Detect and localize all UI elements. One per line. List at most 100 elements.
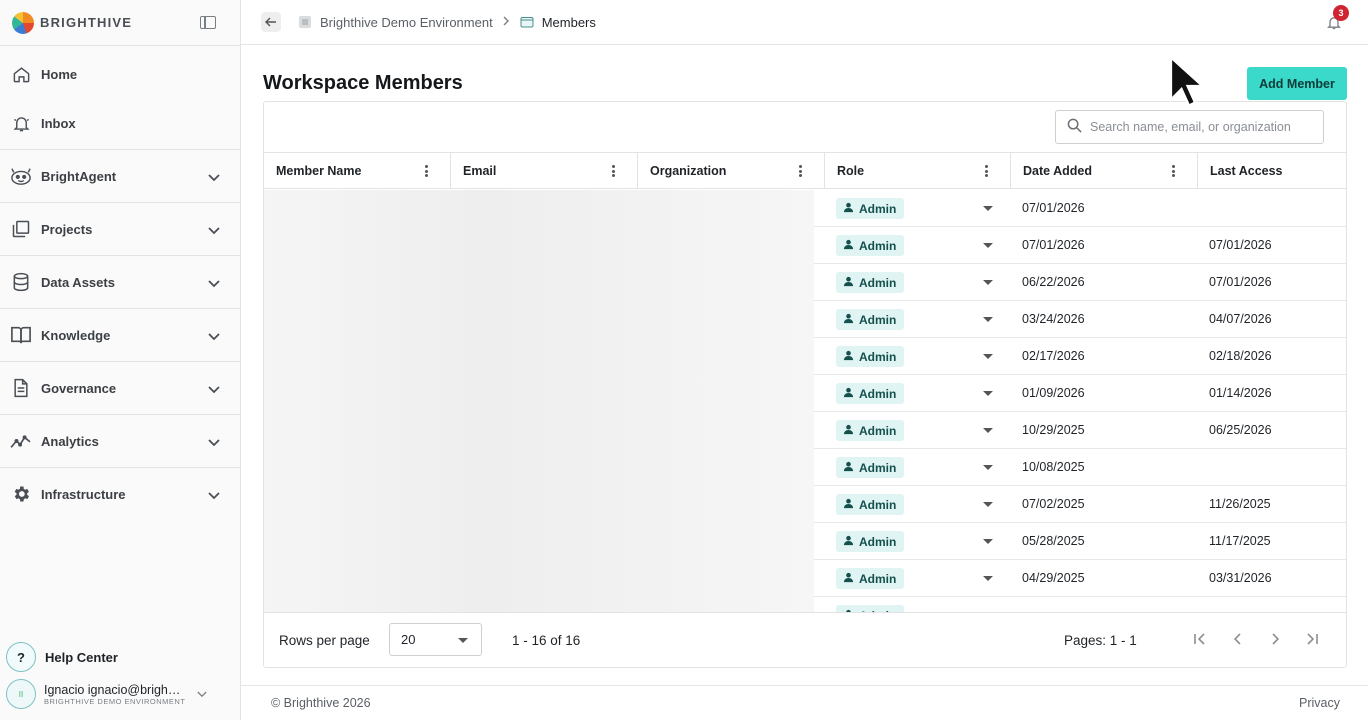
role-dropdown-icon[interactable] (983, 428, 993, 433)
redacted-member-details (264, 190, 814, 612)
column-menu-icon[interactable] (799, 165, 802, 177)
notification-badge: 3 (1333, 5, 1349, 21)
top-bar: Brighthive Demo Environment Members 3 (241, 0, 1368, 45)
chevron-down-icon (208, 329, 220, 344)
sidebar-item-label: Analytics (41, 433, 99, 449)
site-footer: © Brighthive 2026 Privacy (241, 685, 1368, 720)
question-icon: ? (6, 642, 36, 672)
projects-icon (10, 218, 32, 240)
pagination-range: 1 - 16 of 16 (512, 633, 581, 648)
first-page-icon[interactable] (1191, 630, 1209, 648)
arrow-left-icon (265, 17, 276, 27)
last-page-icon[interactable] (1303, 630, 1321, 648)
date-added-cell: 10/29/2025 (1022, 423, 1085, 437)
folder-icon (520, 15, 534, 29)
sidebar: BRIGHTHIVE Home Inbox BrightAgent Projec… (0, 0, 241, 720)
privacy-link[interactable]: Privacy (1299, 696, 1340, 710)
date-added-cell: 03/24/2026 (1022, 312, 1085, 326)
role-dropdown-icon[interactable] (983, 243, 993, 248)
role-dropdown-icon[interactable] (983, 280, 993, 285)
chevron-down-icon (208, 382, 220, 397)
dropdown-arrow-icon (458, 638, 468, 643)
column-label: Role (837, 164, 865, 178)
person-icon (843, 313, 854, 327)
column-menu-icon[interactable] (612, 165, 615, 177)
role-chip: Admin (836, 309, 905, 330)
role-dropdown-icon[interactable] (983, 502, 993, 507)
search-input[interactable] (1090, 120, 1310, 134)
last-access-cell: 11/17/2025 (1209, 534, 1271, 548)
database-icon (10, 271, 32, 293)
help-center-label: Help Center (45, 649, 118, 665)
sidebar-item-projects[interactable]: Projects (0, 203, 240, 255)
sidebar-item-brightagent[interactable]: BrightAgent (0, 150, 240, 202)
column-menu-icon[interactable] (985, 165, 988, 177)
date-added-cell: 07/01/2026 (1022, 201, 1085, 215)
sidebar-item-infrastructure[interactable]: Infrastructure (0, 468, 240, 520)
help-center-link[interactable]: ? Help Center (6, 642, 118, 672)
back-button[interactable] (261, 12, 281, 32)
members-table-card: Member Name Email Organization Role Date… (263, 101, 1347, 668)
previous-page-icon[interactable] (1229, 630, 1247, 648)
person-icon (843, 535, 854, 549)
role-dropdown-icon[interactable] (983, 465, 993, 470)
column-header-date-added[interactable]: Date Added (1011, 153, 1198, 189)
date-added-cell: 05/28/2025 (1022, 534, 1085, 548)
sidebar-item-data-assets[interactable]: Data Assets (0, 256, 240, 308)
person-icon (843, 276, 854, 290)
role-chip: Admin (836, 605, 905, 612)
breadcrumb-environment-label: Brighthive Demo Environment (320, 14, 493, 30)
role-dropdown-icon[interactable] (983, 317, 993, 322)
column-menu-icon[interactable] (1172, 165, 1175, 177)
column-header-organization[interactable]: Organization (638, 153, 825, 189)
user-menu[interactable]: II Ignacio ignacio@brigh… BRIGHTHIVE DEM… (6, 679, 236, 709)
document-icon (10, 377, 32, 399)
user-name: Ignacio ignacio@brigh… (44, 682, 181, 697)
pagination-pages: Pages: 1 - 1 (1064, 633, 1137, 648)
sidebar-item-label: Inbox (41, 115, 76, 131)
last-access-cell: 07/01/2026 (1209, 275, 1272, 289)
role-dropdown-icon[interactable] (983, 539, 993, 544)
sidebar-item-knowledge[interactable]: Knowledge (0, 309, 240, 361)
role-chip: Admin (836, 420, 905, 441)
mouse-cursor-icon (1168, 54, 1206, 115)
sidebar-collapse-icon[interactable] (200, 16, 216, 29)
book-icon (10, 324, 32, 346)
agent-icon (10, 165, 32, 187)
role-dropdown-icon[interactable] (983, 576, 993, 581)
sidebar-item-inbox[interactable]: Inbox (0, 97, 240, 149)
brand-name: BRIGHTHIVE (40, 15, 133, 30)
rows-per-page-value: 20 (401, 632, 416, 647)
column-header-email[interactable]: Email (451, 153, 638, 189)
add-member-button[interactable]: Add Member (1247, 67, 1347, 100)
search-box[interactable] (1055, 110, 1324, 144)
sidebar-item-governance[interactable]: Governance (0, 362, 240, 414)
date-added-cell: 02/17/2026 (1022, 349, 1085, 363)
breadcrumb-environment[interactable]: Brighthive Demo Environment (298, 15, 493, 30)
role-dropdown-icon[interactable] (983, 391, 993, 396)
role-chip: Admin (836, 235, 905, 256)
rows-per-page-select[interactable]: 20 (389, 623, 482, 656)
role-dropdown-icon[interactable] (983, 206, 993, 211)
sidebar-item-analytics[interactable]: Analytics (0, 415, 240, 467)
person-icon (843, 239, 854, 253)
column-header-last-access[interactable]: Last Access (1198, 153, 1346, 189)
next-page-icon[interactable] (1266, 630, 1284, 648)
last-access-cell: 07/01/2026 (1209, 238, 1272, 252)
person-icon (843, 572, 854, 586)
chevron-down-icon (208, 488, 220, 503)
date-added-cell: 07/01/2026 (1022, 238, 1085, 252)
last-access-cell: 02/18/2026 (1209, 349, 1272, 363)
column-menu-icon[interactable] (425, 165, 428, 177)
search-icon (1067, 118, 1082, 136)
bell-icon (10, 112, 32, 134)
date-added-cell: 04/29/2025 (1022, 571, 1085, 585)
column-header-role[interactable]: Role (825, 153, 1011, 189)
person-icon (843, 350, 854, 364)
role-dropdown-icon[interactable] (983, 354, 993, 359)
environment-icon (298, 15, 312, 29)
person-icon (843, 202, 854, 216)
sidebar-item-home[interactable]: Home (0, 48, 240, 100)
column-header-member-name[interactable]: Member Name (264, 153, 451, 189)
page-title: Workspace Members (263, 72, 463, 94)
